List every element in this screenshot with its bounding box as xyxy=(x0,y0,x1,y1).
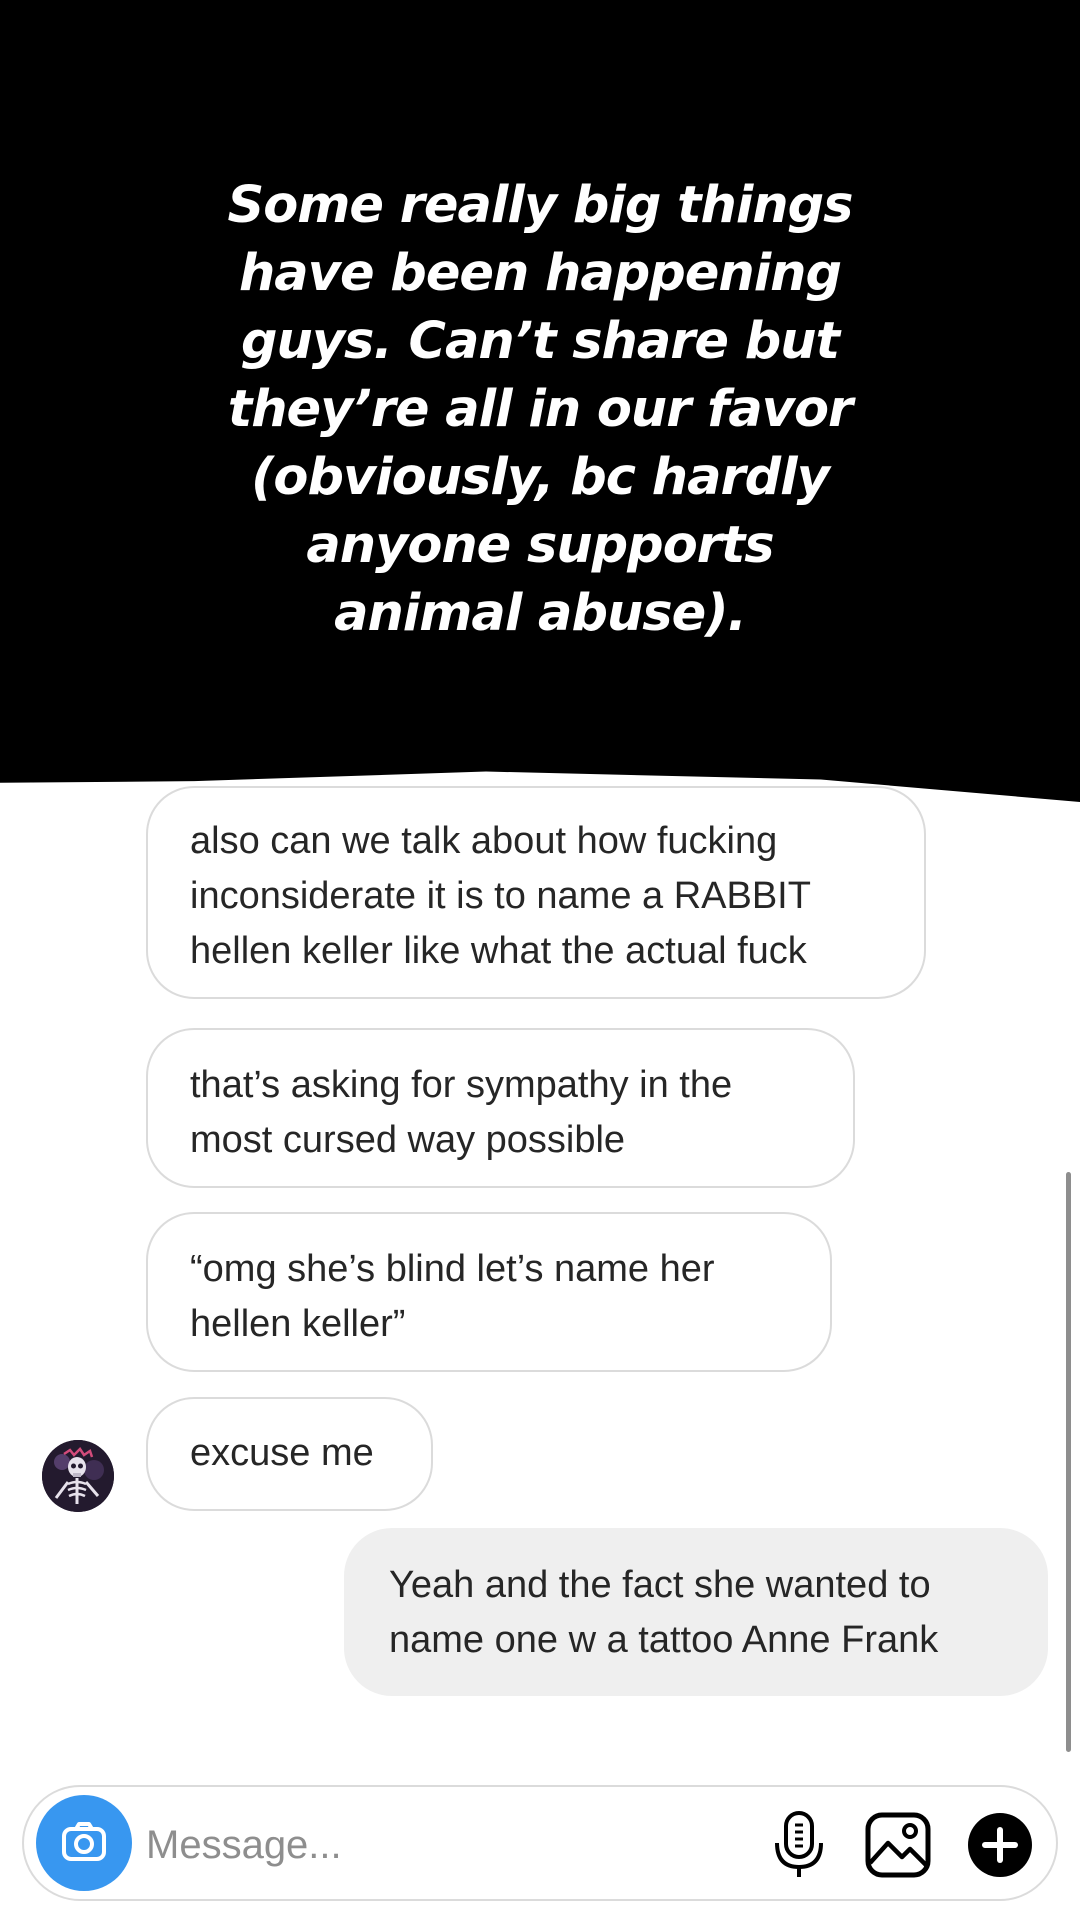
scrollbar[interactable] xyxy=(1066,1172,1071,1752)
message-text-line: most cursed way possible xyxy=(190,1119,626,1161)
sender-avatar[interactable] xyxy=(42,1440,114,1512)
message-text-line: also can we talk about how fucking xyxy=(190,820,778,862)
message-text-line: hellen keller” xyxy=(190,1303,406,1345)
plus-icon xyxy=(968,1813,1032,1877)
voice-message-button[interactable] xyxy=(769,1809,829,1881)
message-text-line: hellen keller like what the actual fuck xyxy=(190,930,807,972)
message-text-line: inconsiderate it is to name a RABBIT xyxy=(190,875,811,917)
message-composer xyxy=(22,1785,1058,1901)
story-text-overlay: Some really big things have been happeni… xyxy=(0,0,1080,802)
message-bubble-incoming: that’s asking for sympathy in the most c… xyxy=(146,1028,855,1188)
more-options-button[interactable] xyxy=(966,1811,1034,1879)
skeleton-avatar-icon xyxy=(42,1440,114,1512)
message-text-line: excuse me xyxy=(190,1432,374,1474)
gallery-icon xyxy=(865,1812,931,1878)
story-overlay-text: Some really big things have been happeni… xyxy=(227,176,854,643)
message-bubble-incoming: “omg she’s blind let’s name her hellen k… xyxy=(146,1212,832,1372)
camera-icon xyxy=(62,1822,106,1861)
message-bubble-incoming: excuse me xyxy=(146,1397,433,1511)
message-bubble-outgoing: Yeah and the fact she wanted to name one… xyxy=(344,1528,1048,1696)
message-text-line: Yeah and the fact she wanted to xyxy=(389,1564,931,1606)
message-input[interactable] xyxy=(146,1817,746,1873)
message-bubble-incoming: also can we talk about how fucking incon… xyxy=(146,786,926,999)
camera-button[interactable] xyxy=(36,1795,132,1891)
gallery-button[interactable] xyxy=(862,1809,934,1881)
microphone-icon xyxy=(775,1811,823,1877)
message-text-line: “omg she’s blind let’s name her xyxy=(190,1248,715,1290)
message-text-line: name one w a tattoo Anne Frank xyxy=(389,1619,939,1661)
message-text-line: that’s asking for sympathy in the xyxy=(190,1064,733,1106)
